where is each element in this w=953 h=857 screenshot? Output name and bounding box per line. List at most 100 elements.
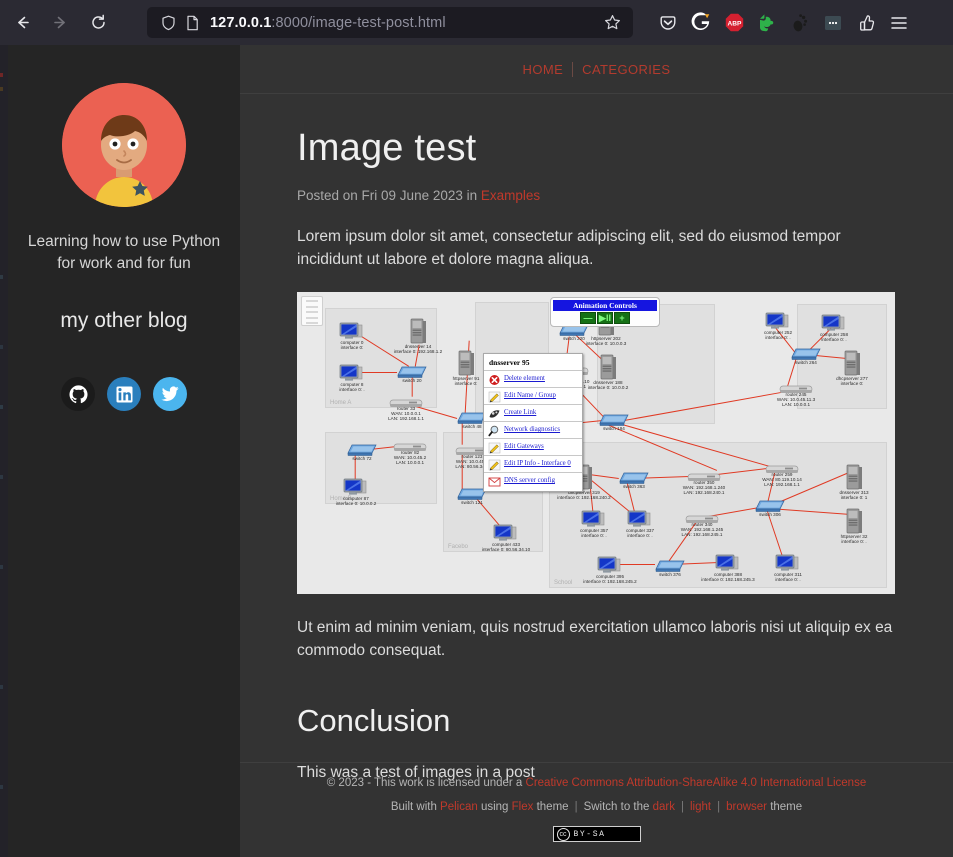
diagram-node-rt[interactable]: router 340 WAN: 192.168.1.245 LAN: 192.168… [681,512,723,537]
license-link[interactable]: Creative Commons Attribution-ShareAlike … [526,777,867,789]
diagram-node-pc[interactable]: computer 357 interface 0: . [580,510,608,538]
diagram-node-pc[interactable]: computer 87 interface 0: 10.0.0.2 [336,478,376,506]
animation-slower-button[interactable]: — [580,312,596,325]
diagram-node-pc[interactable]: computer 395 interface 0: 192.168.245.2 [583,556,637,584]
page-title: Image test [297,127,477,169]
twitter-icon[interactable] [153,377,187,411]
context-menu-item-network-diagnostics[interactable]: Network diagnostics [484,420,582,438]
diagram-node-rt[interactable]: router 82 WAN: 10.0.45.2 LAN: 10.0.0.1 [393,440,427,465]
diagram-node-rt[interactable]: router 259 WAN: 80.119.10.14 LAN: 192.168.… [762,462,802,487]
pelican-link[interactable]: Pelican [440,801,478,813]
gnome-shell-icon[interactable] [787,10,813,36]
browser-toolbar: 127.0.0.1:8000/image-test-post.html ABP [0,0,953,45]
diagram-node-label: computer 0 interface 0: [340,339,364,350]
diagram-context-menu[interactable]: dnsserver 95 Delete element Edit Name / … [483,352,583,492]
light-theme-link[interactable]: light [690,801,711,813]
diagram-node-pc[interactable]: computer 252 interface 0: . [764,312,792,340]
diagram-node-pc[interactable]: computer 337 interface 0: . [626,510,654,538]
diagram-node-rt[interactable]: router 33 WAN: 10.0.0.1 LAN: 192.168.1.1 [388,396,424,421]
cc-license-badge[interactable]: cc BY-SA [552,826,641,842]
back-button[interactable] [6,7,38,39]
other-blog-link[interactable]: my other blog [60,309,187,333]
diagram-node-srv[interactable]: dhcpserver 277 interface 0: [836,350,868,386]
diagram-node-sw[interactable]: switch 306 [755,500,785,517]
pocket-icon[interactable] [655,10,681,36]
footer-separator: | [680,801,684,813]
url-text[interactable]: 127.0.0.1:8000/image-test-post.html [204,15,599,31]
post-paragraph-1: Lorem ipsum dolor sit amet, consectetur … [297,227,841,269]
bookmark-star-icon[interactable] [599,14,625,31]
diagram-tool-palette[interactable] [301,295,323,326]
diagram-node-label: computer 252 interface 0: . [763,329,793,340]
extension-dots-icon[interactable] [820,10,846,36]
context-menu-item-create-link[interactable]: Create Link [484,403,582,421]
pencil-icon [488,458,501,471]
diagram-group-label: School [554,579,573,586]
site-tagline: Learning how to use Python for work and … [27,233,221,272]
page-info-icon[interactable] [180,15,204,31]
context-menu-title: dnsserver 95 [489,357,530,367]
context-menu-item-label: Edit Gateways [504,443,544,451]
diagram-node-pc[interactable]: computer 311 interface 0: . [774,554,802,582]
avatar [62,83,186,207]
diagram-node-pc[interactable]: computer 433 interface 0: 80.56.34.10 [482,524,530,552]
app-menu-button[interactable] [886,10,912,36]
diagram-node-pc[interactable]: computer 258 interface 0: . [820,314,848,342]
post-paragraph-2: Ut enim ad minim veniam, quis nostrud ex… [297,618,893,660]
animation-controls-panel[interactable]: Animation Controls — ▶II + [550,296,660,327]
browser-theme-link[interactable]: browser [726,801,767,813]
diagram-node-pc[interactable]: computer 0 interface 0: [339,322,365,350]
diagram-node-sw[interactable]: switch 264 [791,348,821,365]
diagram-node-pc[interactable]: computer 388 interface 0: 192.168.245.3 [701,554,755,582]
forward-button[interactable] [44,7,76,39]
diagram-node-rt[interactable]: router 350 WAN: 192.168.1.240 LAN: 192.168… [683,470,725,495]
dark-theme-link[interactable]: dark [653,801,675,813]
diagram-node-label: switch 376 [659,571,681,577]
nav-item-home[interactable]: HOME [514,62,573,77]
adblock-plus-icon[interactable]: ABP [721,10,747,36]
diagram-node-label: switch 194 [603,425,625,431]
address-bar[interactable]: 127.0.0.1:8000/image-test-post.html [147,7,633,38]
reload-button[interactable] [82,7,114,39]
diagram-node-srv[interactable]: httpserver 32 interface 0: . [841,508,867,544]
animation-playpause-button[interactable]: ▶II [597,312,613,325]
diagram-node-sw[interactable]: switch 363 [619,472,649,489]
context-menu-item-dns-server-config[interactable]: DNS server config [484,471,582,489]
thumbs-up-icon[interactable] [853,10,879,36]
diagram-node-srv[interactable]: httpserver 91 interface 0: [453,350,479,386]
post-category-link[interactable]: Examples [481,188,540,203]
context-menu-item-edit-name-group[interactable]: Edit Name / Group [484,386,582,404]
footer-copyright: © 2023 - This work is licensed under a C… [240,777,953,789]
animation-faster-button[interactable]: + [614,312,630,325]
diagram-node-sw[interactable]: switch 194 [599,414,629,431]
diagram-node-sw[interactable]: switch 72 [347,444,377,461]
diagram-node-srv[interactable]: dnsserver 14 interface 0: 192.168.1.2 [394,318,442,354]
diagram-node-sw[interactable]: switch 376 [655,560,685,577]
context-menu-item-delete-element[interactable]: Delete element [484,369,582,387]
site-footer: © 2023 - This work is licensed under a C… [240,762,953,857]
vertical-tab-strip-sliver[interactable] [0,45,8,857]
diagram-node-label: switch 363 [623,483,645,489]
cc-license-text: BY-SA [573,829,606,839]
flex-theme-link[interactable]: Flex [512,801,534,813]
diagram-node-label: switch 306 [759,511,781,517]
diagram-node-pc[interactable]: computer 8 interface 0: . [339,364,365,392]
diagram-node-rt[interactable]: router 245 WAN: 10.0.45.11.3 LAN: 10.0.0.1 [777,382,815,407]
nav-item-categories[interactable]: CATEGORIES [573,62,679,77]
diagram-node-srv[interactable]: dnsserver 313 interface 0: 1 [839,464,869,500]
diagram-node-sw[interactable]: switch 20 [397,366,427,383]
theme-text: theme [533,801,569,813]
github-icon[interactable] [61,377,95,411]
shield-icon[interactable] [156,15,180,31]
diagram-node-label: dhcpserver 319 interface 0: 192.168.240.2 [557,489,611,500]
animation-controls-title: Animation Controls [553,299,657,311]
diagram-node-label: computer 311 interface 0: . [774,571,802,582]
evernote-icon[interactable] [754,10,780,36]
diagram-node-srv[interactable]: dnsserver 188 interface 0: 10.0.0.2 [588,354,628,390]
ghostery-icon[interactable] [688,10,714,36]
context-menu-item-edit-gateways[interactable]: Edit Gateways [484,437,582,455]
diagram-node-label: computer 395 interface 0: 192.168.245.2 [583,573,637,584]
context-menu-item-edit-ip-info[interactable]: Edit IP Info - Interface 0 [484,454,582,472]
network-diagram-image[interactable]: Home A Home B Facebo School computer 0 in… [297,291,895,594]
linkedin-icon[interactable] [107,377,141,411]
